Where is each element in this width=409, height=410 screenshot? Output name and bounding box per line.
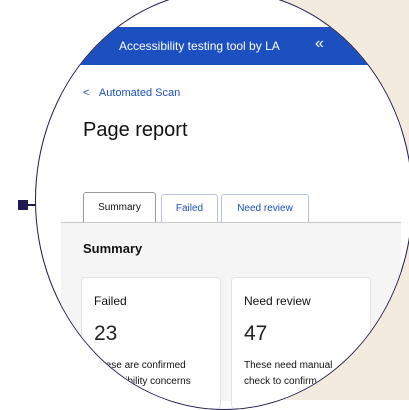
card-label: Failed [94,294,127,308]
chevron-left-icon: < [83,87,90,99]
app-title: Accessibility testing tool by LA [119,39,280,53]
need-review-card[interactable]: Need review 47 These need manual check t… [231,277,371,409]
tab-divider [61,222,401,223]
tab-summary[interactable]: Summary [83,192,156,223]
app-screen: Accessibility testing tool by LA « < Aut… [36,1,409,409]
top-bar: Accessibility testing tool by LA « [36,27,409,65]
tab-need-review[interactable]: Need review [221,194,309,222]
card-label: Need review [244,294,311,308]
breadcrumb-link[interactable]: Automated Scan [99,87,180,99]
magnifier-lens: Accessibility testing tool by LA « < Aut… [35,0,409,410]
lens-handle [18,200,28,210]
collapse-icon[interactable]: « [315,35,324,53]
section-title: Summary [83,241,143,256]
card-description: These need manual check to confirm [244,360,333,387]
card-count: 23 [94,322,118,345]
card-description: These are confirmed accessibility concer… [94,360,191,387]
breadcrumb[interactable]: < Automated Scan [83,87,180,99]
page-title: Page report [83,119,188,141]
tab-failed[interactable]: Failed [161,194,218,222]
card-count: 47 [244,322,268,345]
failed-card[interactable]: Failed 23 These are confirmed accessibil… [81,277,221,409]
